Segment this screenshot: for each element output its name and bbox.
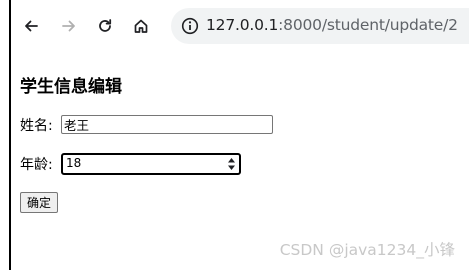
reload-icon [99,19,112,32]
browser-toolbar: 127.0.0.1:8000/student/update/2 [11,0,469,52]
forward-button[interactable] [55,12,83,40]
page-title: 学生信息编辑 [20,77,122,97]
age-value: 18 [66,156,82,170]
arrow-left-icon [25,20,38,32]
info-icon[interactable] [181,17,199,35]
number-spinner-icon[interactable] [227,157,236,171]
address-bar[interactable]: 127.0.0.1:8000/student/update/2 [171,8,469,44]
age-label: 年龄: [20,157,53,173]
confirm-button[interactable]: 确定 [20,192,59,213]
name-field[interactable] [61,115,273,134]
arrow-right-icon [62,20,75,32]
age-field[interactable]: 18 [61,153,241,175]
url-host: 127.0.0.1 [206,16,279,34]
url-path: :8000/student/update/2 [278,16,458,34]
url-text[interactable]: 127.0.0.1:8000/student/update/2 [206,16,458,34]
reload-button[interactable] [91,12,119,40]
home-icon [134,19,148,33]
home-button[interactable] [127,12,155,40]
back-button[interactable] [17,12,45,40]
watermark: CSDN @java1234_小锋 [279,241,455,259]
name-label: 姓名: [20,118,53,134]
